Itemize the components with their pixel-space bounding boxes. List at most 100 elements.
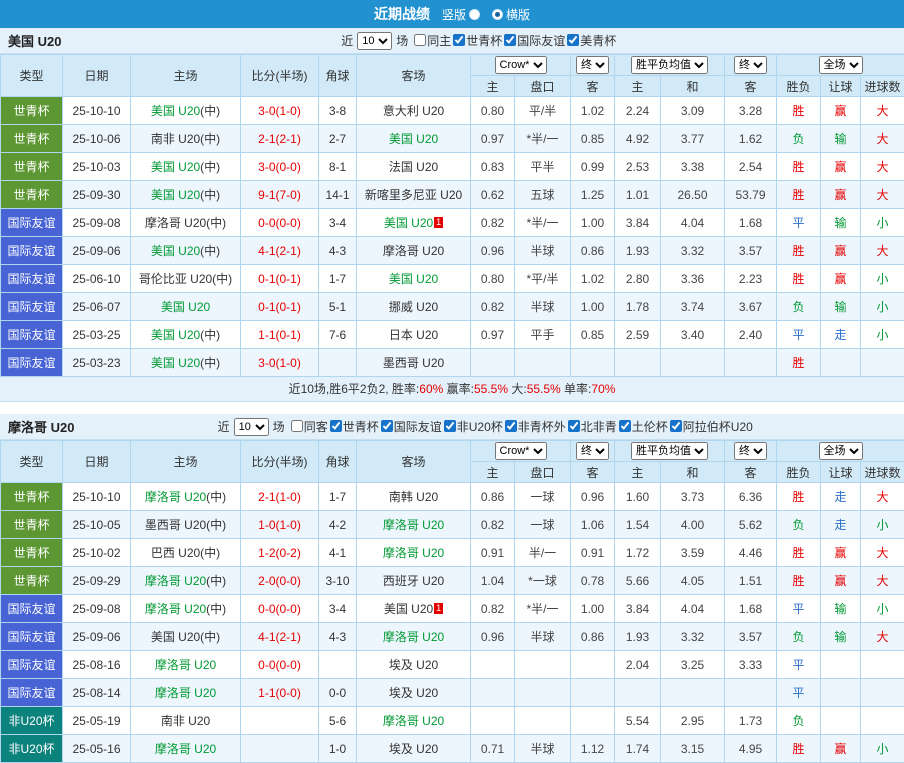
odds-company-select[interactable]: Crow* bbox=[495, 56, 547, 74]
result-cell bbox=[821, 651, 861, 679]
summary-segment: 70% bbox=[591, 382, 615, 396]
home-team-name: 美国 U20 bbox=[151, 160, 200, 174]
away-team-name: 美国 U20 bbox=[389, 272, 438, 286]
home-team-name: 摩洛哥 U20 bbox=[145, 602, 206, 616]
competition-filter[interactable]: 国际友谊 bbox=[381, 418, 442, 435]
competition-type-cell: 国际友谊 bbox=[1, 623, 63, 651]
radio-icon[interactable] bbox=[469, 9, 480, 20]
radio-icon[interactable] bbox=[492, 9, 503, 20]
result-cell: 大 bbox=[861, 97, 904, 125]
avg-odds-select[interactable]: 胜平负均值 bbox=[631, 56, 708, 74]
filter-checkbox[interactable] bbox=[291, 420, 303, 432]
avg-odds-cell: 2.04 bbox=[615, 651, 661, 679]
result-cell: 负 bbox=[777, 511, 821, 539]
red-card-badge: 1 bbox=[434, 217, 443, 228]
result-cell: 赢 bbox=[821, 567, 861, 595]
competition-filter[interactable]: 阿拉伯杯U20 bbox=[670, 418, 753, 435]
team-title: 美国 U20 bbox=[8, 31, 61, 50]
odds-cell bbox=[571, 349, 615, 377]
odds-cell: 0.86 bbox=[571, 623, 615, 651]
match-row: 国际友谊25-06-10哥伦比亚 U20(中)0-1(0-1)1-7美国 U20… bbox=[1, 265, 904, 293]
filter-checkbox[interactable] bbox=[330, 420, 342, 432]
odds-cell: 一球 bbox=[515, 511, 571, 539]
competition-filter[interactable]: 世青杯 bbox=[453, 32, 502, 49]
odds-cell: 0.62 bbox=[471, 181, 515, 209]
scope-select[interactable]: 全场 bbox=[819, 442, 863, 460]
odds-cell: 0.99 bbox=[571, 153, 615, 181]
away-team-cell: 摩洛哥 U20 bbox=[357, 511, 471, 539]
odds-cell: 半球 bbox=[515, 623, 571, 651]
avg-odds-cell: 2.24 bbox=[615, 97, 661, 125]
filter-checkbox[interactable] bbox=[568, 420, 580, 432]
competition-filter[interactable]: 同主 bbox=[414, 32, 451, 49]
competition-type-cell: 国际友谊 bbox=[1, 595, 63, 623]
filter-checkbox[interactable] bbox=[505, 420, 517, 432]
final-odds-select[interactable]: 终 bbox=[734, 56, 767, 74]
away-team-name: 埃及 U20 bbox=[389, 742, 438, 756]
competition-filter[interactable]: 土伦杯 bbox=[619, 418, 668, 435]
col-score: 比分(半场) bbox=[241, 55, 319, 97]
col-corner: 角球 bbox=[319, 441, 357, 483]
corner-cell: 8-1 bbox=[319, 153, 357, 181]
match-row: 非U20杯25-05-16摩洛哥 U201-0埃及 U200.71半球1.121… bbox=[1, 735, 904, 763]
final-odds-select[interactable]: 终 bbox=[734, 442, 767, 460]
neutral-ground-mark: (中) bbox=[206, 518, 226, 532]
subcol-goals: 进球数 bbox=[861, 76, 904, 97]
away-team-cell: 新喀里多尼亚 U20 bbox=[357, 181, 471, 209]
layout-option-vertical[interactable]: 竖版 bbox=[442, 6, 480, 23]
filter-checkbox[interactable] bbox=[670, 420, 682, 432]
games-label: 场 bbox=[396, 32, 408, 49]
avg-odds-cell: 53.79 bbox=[725, 181, 777, 209]
odds-company-select[interactable]: Crow* bbox=[495, 442, 547, 460]
avg-odds-cell: 1.51 bbox=[725, 567, 777, 595]
avg-odds-cell: 4.92 bbox=[615, 125, 661, 153]
avg-odds-cell bbox=[661, 679, 725, 707]
away-team-cell: 南韩 U20 bbox=[357, 483, 471, 511]
odds-cell: 0.71 bbox=[471, 735, 515, 763]
neutral-ground-mark: (中) bbox=[200, 356, 220, 370]
section-usa-u20: 美国 U20 近 10 场 同主世青杯国际友谊美青杯 类型 日期 主场 比分(半… bbox=[0, 28, 904, 402]
final-odds-select[interactable]: 终 bbox=[576, 56, 609, 74]
competition-filter[interactable]: 非U20杯 bbox=[444, 418, 503, 435]
layout-option-horizontal[interactable]: 横版 bbox=[492, 6, 530, 23]
odds-cell: 半球 bbox=[515, 735, 571, 763]
filter-checkbox[interactable] bbox=[414, 34, 426, 46]
avg-odds-cell: 2.40 bbox=[725, 321, 777, 349]
away-team-cell: 美国 U20 bbox=[357, 265, 471, 293]
competition-filter[interactable]: 非青杯外 bbox=[505, 418, 566, 435]
date-cell: 25-05-16 bbox=[63, 735, 131, 763]
filter-checkbox[interactable] bbox=[567, 34, 579, 46]
filter-checkbox[interactable] bbox=[619, 420, 631, 432]
date-cell: 25-09-06 bbox=[63, 623, 131, 651]
odds-cell: 一球 bbox=[515, 483, 571, 511]
summary-segment: 55.5% bbox=[474, 382, 508, 396]
summary-segment: 近10场,胜6平2负2, 胜率: bbox=[289, 382, 420, 396]
avg-odds-cell: 4.04 bbox=[661, 595, 725, 623]
subcol-odds-away: 客 bbox=[571, 462, 615, 483]
filter-checkbox[interactable] bbox=[444, 420, 456, 432]
scope-select[interactable]: 全场 bbox=[819, 56, 863, 74]
final-odds-select[interactable]: 终 bbox=[576, 442, 609, 460]
result-cell: 赢 bbox=[821, 97, 861, 125]
score-cell: 1-0(1-0) bbox=[241, 511, 319, 539]
match-count-select[interactable]: 10 bbox=[234, 418, 269, 436]
filter-checkbox[interactable] bbox=[381, 420, 393, 432]
home-team-name: 巴西 U20 bbox=[151, 546, 200, 560]
result-cell bbox=[821, 679, 861, 707]
competition-filter[interactable]: 世青杯 bbox=[330, 418, 379, 435]
competition-type-cell: 世青杯 bbox=[1, 97, 63, 125]
away-team-cell: 埃及 U20 bbox=[357, 735, 471, 763]
competition-filter[interactable]: 北非青 bbox=[568, 418, 617, 435]
avg-odds-cell: 3.28 bbox=[725, 97, 777, 125]
filter-checkbox[interactable] bbox=[504, 34, 516, 46]
competition-filter[interactable]: 同客 bbox=[291, 418, 328, 435]
avg-odds-cell: 3.73 bbox=[661, 483, 725, 511]
competition-filter[interactable]: 美青杯 bbox=[567, 32, 616, 49]
filter-checkbox[interactable] bbox=[453, 34, 465, 46]
result-cell: 胜 bbox=[777, 153, 821, 181]
match-count-select[interactable]: 10 bbox=[357, 32, 392, 50]
competition-filter[interactable]: 国际友谊 bbox=[504, 32, 565, 49]
avg-odds-select[interactable]: 胜平负均值 bbox=[631, 442, 708, 460]
odds-cell bbox=[571, 679, 615, 707]
result-cell: 大 bbox=[861, 237, 904, 265]
